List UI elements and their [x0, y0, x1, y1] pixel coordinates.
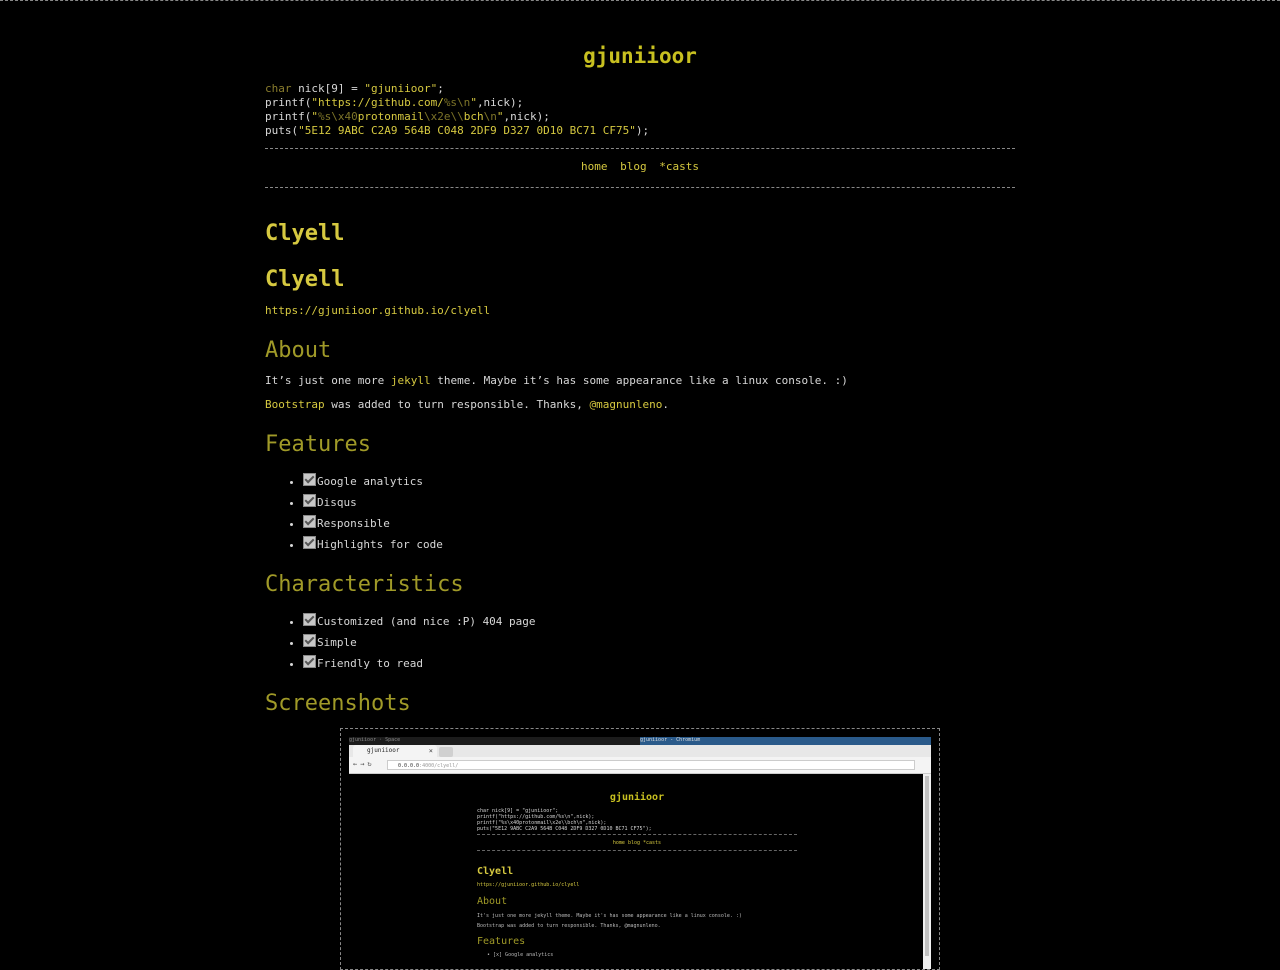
- code-text: nick[9] =: [291, 82, 365, 95]
- nav-bottom-rule: [265, 187, 1015, 188]
- mini-rule: [477, 834, 797, 835]
- list-item-label: Highlights for code: [317, 538, 443, 551]
- features-heading: Features: [265, 432, 371, 457]
- list-item-label: Friendly to read: [317, 657, 423, 670]
- list-item: Friendly to read: [303, 653, 536, 674]
- checkbox-checked[interactable]: [303, 655, 316, 668]
- page-title: Clyell: [265, 221, 345, 246]
- code-escape: \n: [483, 110, 497, 123]
- about-heading: About: [265, 338, 332, 363]
- code-text: puts(: [265, 124, 299, 137]
- repo-link[interactable]: https://gjuniioor.github.io/clyell: [265, 304, 490, 317]
- browser-tab: gjuniioor ×: [353, 745, 437, 757]
- code-text: printf(: [265, 110, 312, 123]
- list-item: Google analytics: [303, 471, 443, 492]
- list-item-label: Customized (and nice :P) 404 page: [317, 615, 536, 628]
- header-code-block: char nick[9] = "gjuniioor"; printf("http…: [265, 82, 649, 138]
- list-item: Highlights for code: [303, 534, 443, 555]
- code-text: );: [635, 124, 650, 137]
- about-text: was added to turn responsible. Thanks,: [324, 398, 590, 411]
- checkbox-checked[interactable]: [303, 473, 316, 486]
- mini-site-title: gjuniioor: [609, 792, 665, 803]
- about-paragraph-2: Bootstrap was added to turn responsible.…: [265, 398, 669, 411]
- checkbox-checked[interactable]: [303, 494, 316, 507]
- code-text: ,nick);: [476, 96, 524, 109]
- main-nav: home blog *casts: [265, 160, 1015, 173]
- code-escape: %s\n: [443, 96, 471, 109]
- mini-paragraph: It's just one more jekyll theme. Maybe i…: [477, 913, 742, 919]
- magnunleno-link[interactable]: @magnunleno: [590, 398, 663, 411]
- checkbox-checked[interactable]: [303, 613, 316, 626]
- code-string: protonmail: [357, 110, 424, 123]
- mini-list-item: • [x] Google analytics: [487, 952, 554, 958]
- code-text: ,nick);: [503, 110, 550, 123]
- theme-screenshot-image: gjuniioor · Space gjuniioor - Chromium g…: [340, 728, 940, 970]
- list-item: Disqus: [303, 492, 443, 513]
- os-taskbar: gjuniioor · Space gjuniioor - Chromium: [349, 737, 931, 745]
- checkbox-checked[interactable]: [303, 536, 316, 549]
- mini-nav: home blog *casts: [612, 840, 662, 846]
- url-host: 0.0.0.0: [398, 763, 420, 769]
- mini-code-block: char nick[9] = "gjuniioor"; printf("http…: [477, 808, 652, 832]
- os-window-label: gjuniioor - Chromium: [640, 737, 931, 745]
- mini-link: https://gjuniioor.github.io/clyell: [477, 882, 580, 888]
- tab-label: gjuniioor: [367, 747, 400, 754]
- characteristics-list: Customized (and nice :P) 404 page Simple…: [265, 611, 536, 674]
- url-path: :4000/clyell/: [419, 763, 459, 769]
- characteristics-heading: Characteristics: [265, 572, 464, 597]
- browser-toolbar: ←→↻ 0.0.0.0:4000/clyell/: [349, 757, 931, 774]
- screenshots-heading: Screenshots: [265, 691, 411, 716]
- browser-scrollbar: [923, 774, 931, 969]
- code-escape: %s\x40: [317, 110, 358, 123]
- list-item-label: Responsible: [317, 517, 390, 530]
- checkbox-checked[interactable]: [303, 634, 316, 647]
- mini-rule: [477, 850, 797, 851]
- nav-top-rule: [265, 148, 1015, 149]
- os-workspace-label: gjuniioor · Space: [349, 737, 401, 743]
- back-forward-reload-icons: ←→↻: [353, 760, 375, 768]
- list-item-label: Simple: [317, 636, 357, 649]
- mini-about-heading: About: [477, 896, 508, 907]
- close-icon: ×: [428, 747, 433, 755]
- code-string: "gjuniioor": [364, 82, 438, 95]
- site-title[interactable]: gjuniioor: [265, 44, 1015, 68]
- code-text: printf(: [265, 96, 312, 109]
- post-heading: Clyell: [265, 267, 345, 292]
- list-item: Simple: [303, 632, 536, 653]
- nav-home-link[interactable]: home: [581, 160, 608, 173]
- code-string: "5E12 9ABC C2A9 564B C048 2DF9 D327 0D10…: [298, 124, 636, 137]
- browser-viewport: gjuniioor char nick[9] = "gjuniioor"; pr…: [349, 774, 923, 969]
- browser-window: gjuniioor × ←→↻ 0.0.0.0:4000/clyell/ gjun…: [349, 745, 931, 969]
- about-text: theme. Maybe it’s has some appearance li…: [430, 374, 848, 387]
- code-string: "https://github.com/: [311, 96, 444, 109]
- nav-casts-link[interactable]: *casts: [659, 160, 699, 173]
- about-paragraph-1: It’s just one more jekyll theme. Maybe i…: [265, 374, 848, 387]
- code-string: ": [311, 110, 318, 123]
- list-item: Responsible: [303, 513, 443, 534]
- mini-features-heading: Features: [477, 936, 526, 947]
- code-string: ": [470, 96, 477, 109]
- code-text: ;: [437, 82, 444, 95]
- top-dashed-rule: [0, 0, 1280, 1]
- nav-blog-link[interactable]: blog: [620, 160, 647, 173]
- list-item-label: Google analytics: [317, 475, 423, 488]
- mini-paragraph: Bootstrap was added to turn responsible.…: [477, 923, 661, 929]
- code-string: bch: [463, 110, 484, 123]
- list-item: Customized (and nice :P) 404 page: [303, 611, 536, 632]
- about-text: .: [662, 398, 669, 411]
- about-text: It’s just one more: [265, 374, 391, 387]
- checkbox-checked[interactable]: [303, 515, 316, 528]
- address-bar: 0.0.0.0:4000/clyell/: [387, 760, 915, 770]
- mini-heading: Clyell: [477, 866, 514, 877]
- jekyll-link[interactable]: jekyll: [391, 374, 431, 387]
- new-tab-icon: [439, 747, 453, 757]
- code-escape: \x2e\\: [423, 110, 464, 123]
- code-keyword: char: [265, 82, 292, 95]
- features-list: Google analytics Disqus Responsible High…: [265, 471, 443, 555]
- bootstrap-link[interactable]: Bootstrap: [265, 398, 325, 411]
- list-item-label: Disqus: [317, 496, 357, 509]
